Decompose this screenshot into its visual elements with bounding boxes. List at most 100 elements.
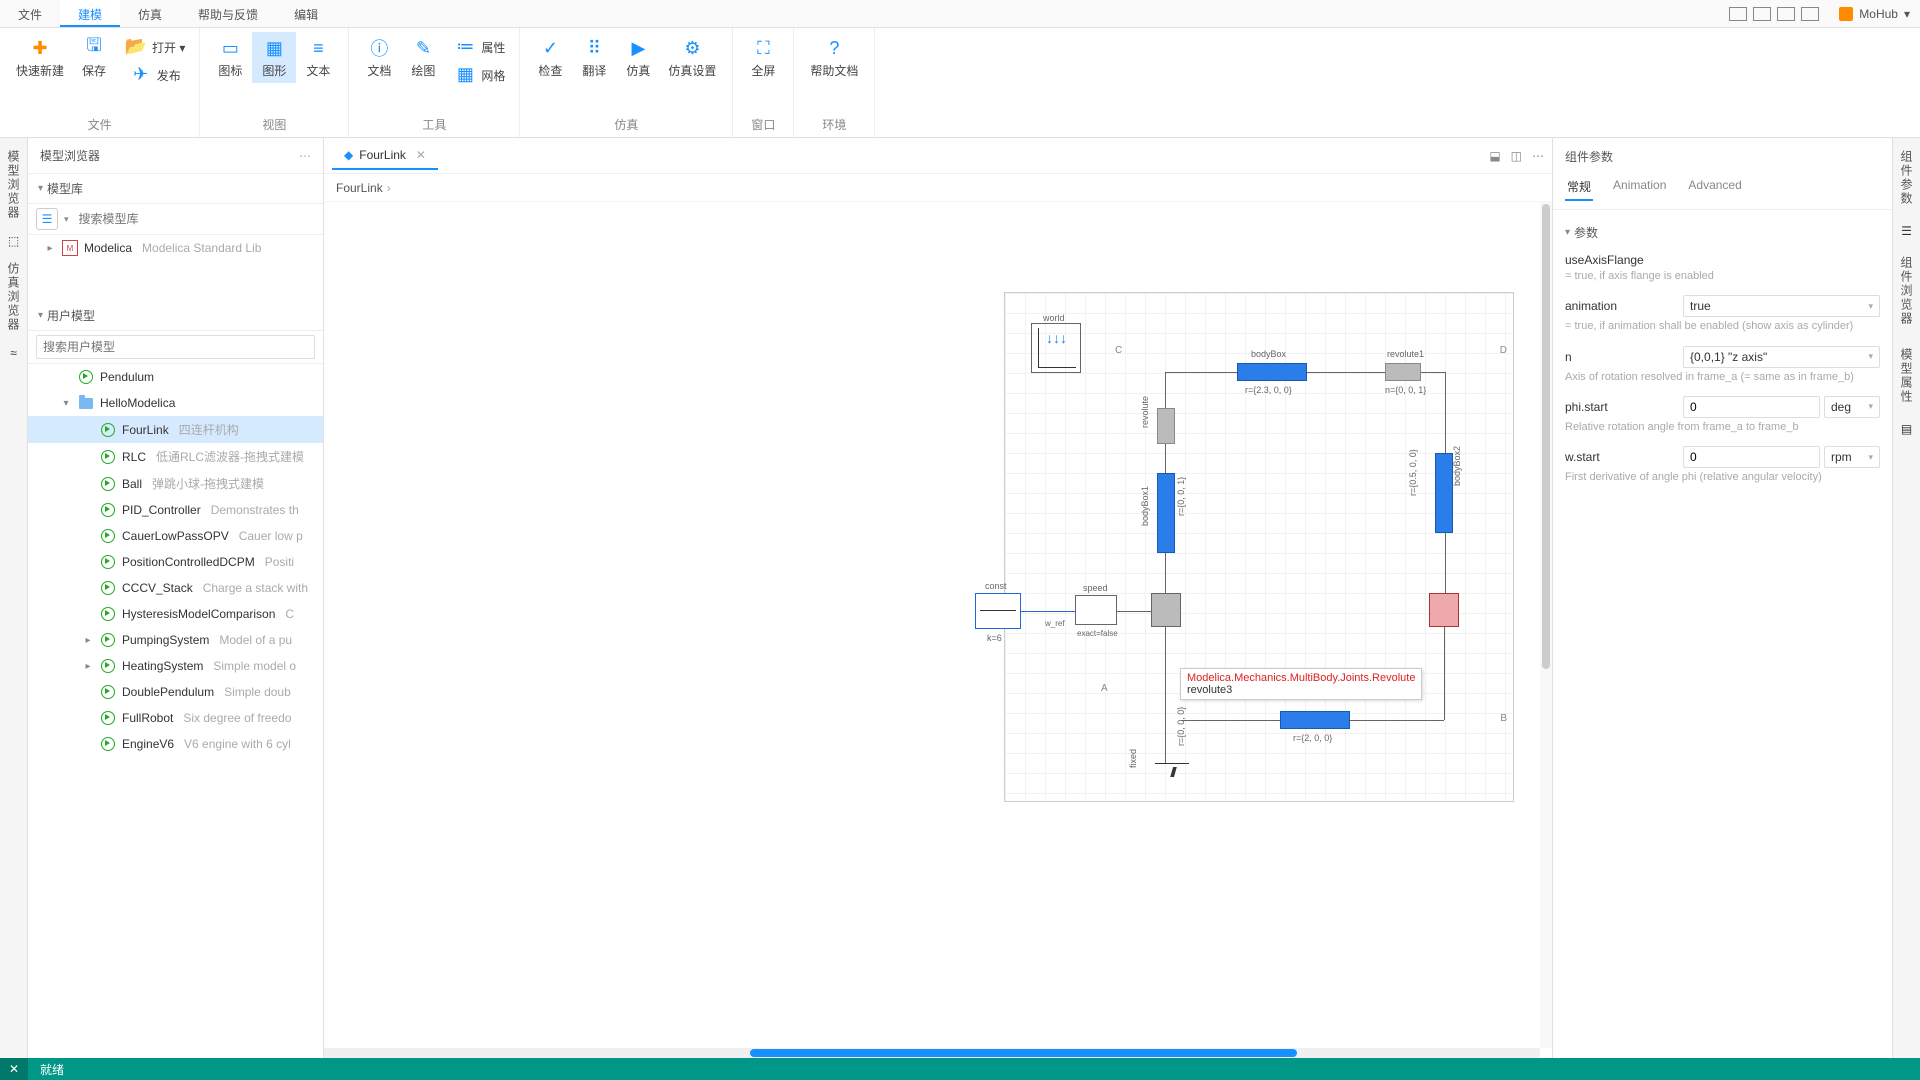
vtab-component-params[interactable]: 组件参数	[1896, 146, 1917, 210]
breadcrumb[interactable]: FourLink ›	[324, 174, 1552, 202]
tree-item-pid_controller[interactable]: PID_ControllerDemonstrates th	[28, 497, 323, 523]
expand-icon[interactable]: ▸	[82, 635, 94, 646]
modellib-header[interactable]: ▾ 模型库	[28, 174, 323, 204]
tree-item-pendulum[interactable]: Pendulum	[28, 364, 323, 390]
ribbon-doc-button[interactable]: ⓘ文档	[357, 32, 401, 83]
filter-icon[interactable]: ☰	[36, 208, 58, 230]
vtab-model-browser[interactable]: 模型浏览器	[3, 146, 24, 224]
tree-item-heatingsystem[interactable]: ▸HeatingSystemSimple model o	[28, 653, 323, 679]
vtab-component-browser[interactable]: 组件浏览器	[1896, 252, 1917, 330]
ptab-general[interactable]: 常规	[1565, 174, 1593, 201]
node-revolute3[interactable]	[1151, 593, 1181, 627]
tree-item-fourlink[interactable]: FourLink四连杆机构	[28, 416, 323, 443]
menu-file[interactable]: 文件	[0, 0, 60, 27]
expand-icon[interactable]: ▸	[44, 243, 56, 254]
input-w.start[interactable]	[1683, 446, 1820, 468]
ribbon-props-button[interactable]: ≔属性	[447, 32, 511, 60]
library-root[interactable]: ▸ M Modelica Modelica Standard Lib	[28, 235, 323, 261]
node-revolute[interactable]	[1157, 408, 1175, 444]
node-revolute1[interactable]	[1385, 363, 1421, 381]
window-layout-icons[interactable]	[1729, 0, 1829, 27]
tree-item-enginev6[interactable]: EngineV6V6 engine with 6 cyl	[28, 731, 323, 757]
node-revolute2[interactable]	[1429, 593, 1459, 627]
ribbon-fullscreen-button[interactable]: ⛶全屏	[741, 32, 785, 83]
usermodel-header[interactable]: ▾ 用户模型	[28, 301, 323, 331]
split-icon[interactable]: ◫	[1511, 149, 1522, 163]
left-vertical-tabs: 模型浏览器 ⬚ 仿真浏览器 ≈	[0, 138, 28, 1058]
ribbon-publish-button[interactable]: ✈发布	[118, 60, 191, 88]
ribbon-draw-button[interactable]: ✎绘图	[401, 32, 445, 83]
vtab-sim-browser[interactable]: 仿真浏览器	[3, 258, 24, 336]
node-const[interactable]	[975, 593, 1021, 629]
ptab-advanced[interactable]: Advanced	[1686, 174, 1743, 201]
menu-simulation[interactable]: 仿真	[120, 0, 180, 27]
ribbon-translate-button[interactable]: ⠿翻译	[572, 32, 616, 83]
tree-item-doublependulum[interactable]: DoublePendulumSimple doub	[28, 679, 323, 705]
ribbon-diagramview-button[interactable]: ▦图形	[252, 32, 296, 83]
unit-select[interactable]: rpm▾	[1824, 446, 1880, 468]
node-bodybox2[interactable]	[1435, 453, 1453, 533]
editor-tabs: ◆ FourLink ✕ ⬓ ◫ ⋯	[324, 138, 1552, 174]
tree-item-pumpingsystem[interactable]: ▸PumpingSystemModel of a pu	[28, 627, 323, 653]
params-header: 组件参数	[1553, 138, 1892, 174]
input-phi.start[interactable]	[1683, 396, 1820, 418]
usermodel-search-input[interactable]	[36, 335, 315, 359]
corner-d: D	[1500, 345, 1507, 356]
ribbon-new-button[interactable]: ✚快速新建	[8, 32, 72, 83]
unit-select[interactable]: deg▾	[1824, 396, 1880, 418]
chevron-down-icon: ▾	[38, 310, 43, 321]
ribbon-textview-button[interactable]: ≡文本	[296, 32, 340, 83]
modellib-search-input[interactable]	[75, 208, 315, 230]
tree-item-cccv_stack[interactable]: CCCV_StackCharge a stack with	[28, 575, 323, 601]
expand-icon[interactable]: ▸	[82, 661, 94, 672]
canvas-horizontal-scrollbar[interactable]	[324, 1048, 1540, 1058]
status-bar: ✕ 就绪	[0, 1058, 1920, 1080]
ribbon-save-button[interactable]: 🖫保存	[72, 32, 116, 83]
folder-icon	[78, 395, 94, 411]
select-n[interactable]: {0,0,1} "z axis"▾	[1683, 346, 1880, 368]
ptab-animation[interactable]: Animation	[1611, 174, 1668, 201]
param-group-title[interactable]: ▾ 参数	[1565, 218, 1880, 247]
select-animation[interactable]: true▾	[1683, 295, 1880, 317]
brand[interactable]: MoHub ▾	[1829, 0, 1920, 27]
diagram-canvas[interactable]: C D A B ↓↓↓ world bodyBox r={2.3, 0, 0}	[324, 202, 1552, 1058]
more-icon[interactable]: ⋯	[1532, 149, 1544, 163]
ribbon: ✚快速新建🖫保存📂打开 ▾✈发布文件▭图标▦图形≡文本视图ⓘ文档✎绘图≔属性▦网…	[0, 28, 1920, 138]
tree-item-hysteresismodelcomparison[interactable]: HysteresisModelComparisonC	[28, 601, 323, 627]
list-icon: ☰	[1901, 224, 1912, 238]
ribbon-simulate-button[interactable]: ▶仿真	[616, 32, 660, 83]
node-bodybox-bottom[interactable]	[1280, 711, 1350, 729]
tree-item-rlc[interactable]: RLC低通RLC滤波器-拖拽式建模	[28, 443, 323, 470]
ribbon-check-button[interactable]: ✓检查	[528, 32, 572, 83]
tree-item-cauerlowpassopv[interactable]: CauerLowPassOPVCauer low p	[28, 523, 323, 549]
ribbon-iconview-button[interactable]: ▭图标	[208, 32, 252, 83]
vtab-model-props[interactable]: 模型属性	[1896, 344, 1917, 408]
ribbon-grid-button[interactable]: ▦网格	[447, 60, 511, 88]
canvas-vertical-scrollbar[interactable]	[1540, 202, 1552, 1048]
ribbon-simset-button[interactable]: ⚙仿真设置	[660, 32, 724, 83]
tree-item-positioncontrolleddcpm[interactable]: PositionControlledDCPMPositi	[28, 549, 323, 575]
ribbon-helpdoc-button[interactable]: ?帮助文档	[802, 32, 866, 83]
tree-item-hellomodelica[interactable]: ▾HelloModelica	[28, 390, 323, 416]
tree-item-fullrobot[interactable]: FullRobotSix degree of freedo	[28, 705, 323, 731]
play-icon	[100, 528, 116, 544]
node-speed[interactable]	[1075, 595, 1117, 625]
menu-edit[interactable]: 编辑	[276, 0, 336, 27]
status-close-icon[interactable]: ✕	[0, 1058, 28, 1080]
expand-icon[interactable]: ▾	[60, 398, 72, 409]
node-bodybox1[interactable]	[1157, 473, 1175, 553]
chevron-down-icon[interactable]: ▾	[64, 214, 69, 225]
menu-help[interactable]: 帮助与反馈	[180, 0, 276, 27]
close-icon[interactable]: ✕	[416, 148, 426, 162]
ribbon-open-button[interactable]: 📂打开 ▾	[118, 32, 191, 60]
menu-modeling[interactable]: 建模	[60, 0, 120, 27]
play-icon	[100, 632, 116, 648]
layout-icon[interactable]: ⬓	[1489, 149, 1500, 163]
check-icon: ✓	[538, 36, 562, 60]
more-icon[interactable]: ⋯	[299, 149, 311, 163]
props-icon: ≔	[453, 34, 477, 58]
node-fixed[interactable]: ////	[1155, 763, 1189, 779]
tab-fourlink[interactable]: ◆ FourLink ✕	[332, 142, 438, 170]
node-bodybox[interactable]	[1237, 363, 1307, 381]
tree-item-ball[interactable]: Ball弹跳小球-拖拽式建模	[28, 470, 323, 497]
